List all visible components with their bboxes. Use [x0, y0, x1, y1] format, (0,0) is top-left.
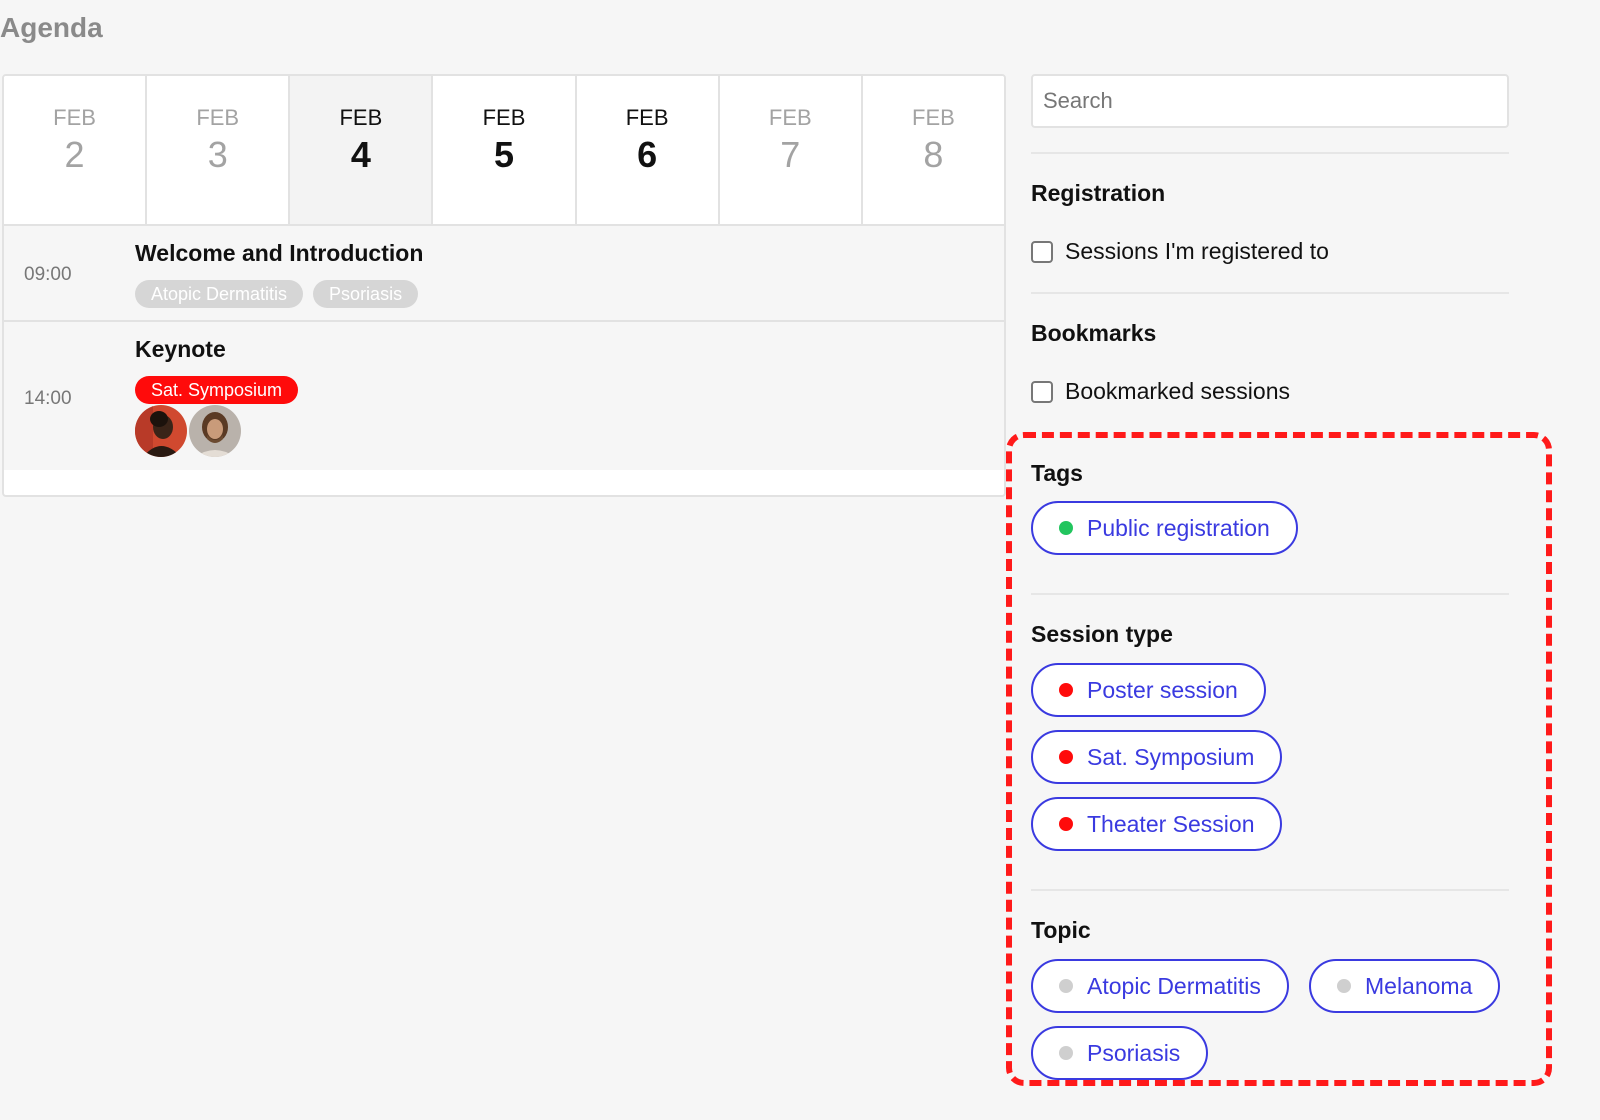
day-tab-feb-6[interactable]: FEB 6 [576, 76, 720, 224]
bookmarks-title: Bookmarks [1031, 320, 1157, 346]
day-month: FEB [768, 105, 812, 130]
topic-filter-atopic-dermatitis[interactable]: Atopic Dermatitis [1031, 959, 1289, 1013]
topic-title: Topic [1031, 917, 1091, 943]
speaker-avatars [135, 405, 241, 457]
tag-chip: Psoriasis [313, 280, 419, 308]
registered-checkbox[interactable] [1031, 240, 1053, 263]
checkbox-label: Bookmarked sessions [1065, 378, 1290, 404]
day-number: 5 [493, 134, 514, 175]
divider [1031, 889, 1509, 891]
day-month: FEB [339, 105, 383, 130]
session-type-filter-symposium[interactable]: Sat. Symposium [1031, 730, 1283, 784]
avatar[interactable] [189, 405, 241, 457]
page-title: Agenda [0, 12, 103, 43]
status-dot-icon [1059, 521, 1073, 535]
pill-label: Sat. Symposium [1087, 743, 1255, 770]
day-month: FEB [53, 105, 96, 130]
divider [1031, 593, 1509, 595]
pill-label: Atopic Dermatitis [1087, 972, 1261, 999]
divider [1031, 152, 1509, 154]
day-number: 2 [64, 134, 85, 175]
pill-label: Psoriasis [1087, 1039, 1181, 1066]
registered-sessions-filter[interactable]: Sessions I'm registered to [1031, 238, 1329, 265]
day-selector: FEB 2 FEB 3 FEB 4 FEB 5 FEB 6 FEB 7 FEB … [4, 76, 1004, 226]
day-tab-feb-5[interactable]: FEB 5 [433, 76, 577, 224]
day-tab-feb-3[interactable]: FEB 3 [147, 76, 291, 224]
pill-label: Melanoma [1365, 972, 1473, 999]
day-tab-feb-7[interactable]: FEB 7 [719, 76, 863, 224]
filter-sidebar: Registration Sessions I'm registered to … [1031, 74, 1509, 1080]
status-dot-icon [1059, 1046, 1073, 1060]
day-month: FEB [625, 105, 669, 130]
session-type-title: Session type [1031, 621, 1173, 647]
session-type-filter-poster[interactable]: Poster session [1031, 663, 1266, 717]
status-dot-icon [1059, 683, 1073, 697]
bookmarked-sessions-filter[interactable]: Bookmarked sessions [1031, 378, 1290, 405]
day-tab-feb-2[interactable]: FEB 2 [4, 76, 148, 224]
day-number: 4 [350, 134, 371, 175]
tags-title: Tags [1031, 460, 1083, 486]
pill-label: Poster session [1087, 676, 1238, 703]
session-time: 14:00 [24, 388, 72, 409]
topic-filter-psoriasis[interactable]: Psoriasis [1031, 1026, 1209, 1080]
day-month: FEB [912, 105, 955, 130]
status-dot-icon [1337, 979, 1351, 993]
day-tab-feb-4[interactable]: FEB 4 [290, 76, 434, 224]
tag-chip-symposium: Sat. Symposium [135, 376, 299, 404]
session-row-keynote[interactable]: 14:00 Keynote Sat. Symposium [4, 322, 1004, 470]
session-tags: Atopic Dermatitis Psoriasis [135, 280, 419, 308]
registration-title: Registration [1031, 180, 1166, 206]
search-input[interactable] [1031, 74, 1509, 128]
tag-chip: Atopic Dermatitis [135, 280, 304, 308]
session-time: 09:00 [24, 264, 72, 285]
session-row-welcome[interactable]: 09:00 Welcome and Introduction Atopic De… [4, 226, 1004, 322]
day-number: 8 [923, 134, 944, 175]
tag-filter-public-registration[interactable]: Public registration [1031, 501, 1298, 555]
agenda-panel: FEB 2 FEB 3 FEB 4 FEB 5 FEB 6 FEB 7 FEB … [2, 74, 1006, 497]
day-month: FEB [196, 105, 240, 130]
status-dot-icon [1059, 750, 1073, 764]
topic-filter-melanoma[interactable]: Melanoma [1309, 959, 1501, 1013]
session-title[interactable]: Keynote [135, 336, 226, 363]
bookmarked-checkbox[interactable] [1031, 380, 1053, 403]
day-month: FEB [482, 105, 526, 130]
session-title[interactable]: Welcome and Introduction [135, 240, 423, 267]
day-number: 6 [637, 134, 658, 175]
avatar[interactable] [135, 405, 187, 457]
session-type-filter-theater[interactable]: Theater Session [1031, 797, 1283, 851]
session-tags: Sat. Symposium [135, 376, 299, 404]
day-number: 3 [207, 134, 228, 175]
day-number: 7 [780, 134, 801, 175]
checkbox-label: Sessions I'm registered to [1065, 238, 1329, 264]
pill-label: Theater Session [1087, 810, 1255, 837]
divider [1031, 292, 1509, 294]
status-dot-icon [1059, 817, 1073, 831]
day-tab-feb-8[interactable]: FEB 8 [862, 76, 1004, 224]
status-dot-icon [1059, 979, 1073, 993]
pill-label: Public registration [1087, 514, 1270, 541]
